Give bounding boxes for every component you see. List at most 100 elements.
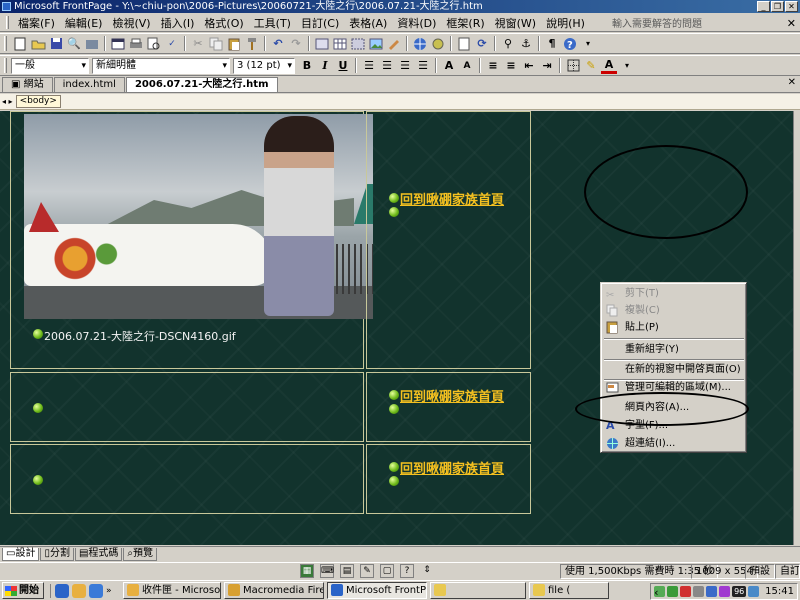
menu-table[interactable]: 表格(A) (344, 15, 392, 31)
toggle-pane-icon[interactable] (110, 36, 126, 52)
frontpage-app-icon[interactable] (2, 2, 11, 11)
view-tab-code[interactable]: ▤程式碼 (74, 547, 123, 561)
antivirus-icon[interactable] (680, 586, 692, 597)
document-icon[interactable] (456, 36, 472, 52)
underline-button[interactable]: U (335, 58, 351, 74)
open-folder-icon[interactable] (30, 36, 46, 52)
copy-icon[interactable] (208, 36, 224, 52)
print-icon[interactable] (128, 36, 144, 52)
home-page-link[interactable]: 回到啾硼家族首頁 (400, 386, 504, 405)
toolbar-grip[interactable] (4, 36, 7, 51)
view-tab-preview[interactable]: ⌕預覽 (123, 547, 158, 561)
italic-button[interactable]: I (317, 58, 333, 74)
table-cell-link-3[interactable]: 回到啾硼家族首頁 (366, 444, 531, 514)
table-cell-link-2[interactable]: 回到啾硼家族首頁 (366, 372, 531, 442)
font-select[interactable]: 新細明體 (92, 57, 230, 74)
menu-grip[interactable] (6, 16, 9, 29)
menu-data[interactable]: 資料(D) (392, 15, 441, 31)
align-left-icon[interactable]: ☰ (361, 58, 377, 74)
new-page-icon[interactable] (12, 36, 28, 52)
drawing-icon[interactable] (386, 36, 402, 52)
insert-component-icon[interactable] (350, 36, 366, 52)
menu-item-paste[interactable]: 貼上(P) (603, 319, 745, 336)
page-icon[interactable]: ▤ (340, 564, 354, 578)
resize-arrows-icon[interactable]: ⇕ (420, 564, 434, 578)
outlook-icon[interactable] (72, 583, 86, 598)
redo-icon[interactable]: ↷ (288, 36, 304, 52)
close-document-button[interactable]: ✕ (787, 17, 796, 30)
close-tab-button[interactable]: ✕ (788, 77, 796, 88)
justify-icon[interactable]: ☰ (415, 58, 431, 74)
minimize-button[interactable]: _ (757, 1, 770, 12)
menu-item-open-new-window[interactable]: 在新的視窗中開啓頁面(O) (603, 361, 745, 378)
menu-file[interactable]: 檔案(F) (13, 15, 60, 31)
hyperlink-icon[interactable]: ⚲ (500, 36, 516, 52)
home-page-link[interactable]: 回到啾硼家族首頁 (400, 458, 504, 477)
menu-insert[interactable]: 插入(I) (156, 15, 200, 31)
network-icon[interactable] (667, 586, 679, 597)
search-icon[interactable]: 🔍 (66, 36, 82, 52)
increase-indent-icon[interactable]: ⇥ (539, 58, 555, 74)
mode-custom[interactable]: 自訂 (775, 564, 800, 579)
keyboard-icon[interactable]: ⌨ (320, 564, 334, 578)
table-cell-photo[interactable]: 2006.07.21-大陸之行-DSCN4160.gif (10, 111, 373, 369)
menu-item-copy[interactable]: 複製(C) (603, 302, 745, 319)
highlight-icon[interactable]: ✎ (583, 58, 599, 74)
menu-edit[interactable]: 編輯(E) (60, 15, 108, 31)
home-page-link[interactable]: 回到啾硼家族首頁 (400, 189, 504, 208)
paste-icon[interactable] (226, 36, 242, 52)
edit-icon[interactable]: ✎ (360, 564, 374, 578)
web-component-icon[interactable] (412, 36, 428, 52)
menu-item-cut[interactable]: ✂ 剪下(T) (603, 285, 745, 302)
gear-icon[interactable] (430, 36, 446, 52)
tray-app-icon[interactable] (706, 586, 718, 597)
bookmark-icon[interactable]: ⚓ (518, 36, 534, 52)
view-tab-design[interactable]: ▭設計 (2, 547, 40, 561)
status-grid-icon[interactable]: ▦ (300, 564, 314, 578)
ie-icon[interactable] (89, 583, 103, 598)
menu-help[interactable]: 說明(H) (541, 15, 590, 31)
borders-icon[interactable] (565, 58, 581, 74)
task-inbox[interactable]: 收件匣 - Microsoft ... (123, 582, 221, 599)
insert-table-icon[interactable] (332, 36, 348, 52)
task-folder[interactable] (430, 582, 526, 599)
refresh-icon[interactable]: ⟳ (474, 36, 490, 52)
spelling-icon[interactable]: ✓ (164, 36, 180, 52)
menu-custom[interactable]: 目訂(C) (296, 15, 344, 31)
toolbar-options-chevron-icon[interactable]: ▾ (619, 58, 635, 74)
align-center-icon[interactable]: ☰ (379, 58, 395, 74)
menu-window[interactable]: 視窗(W) (490, 15, 541, 31)
arrow-icon[interactable]: ‹ (654, 586, 666, 599)
toolbar-options-chevron-icon[interactable]: ▾ (580, 36, 596, 52)
ie-icon[interactable] (55, 583, 69, 598)
font-size-select[interactable]: 3 (12 pt) (233, 57, 295, 74)
volume-icon[interactable] (693, 586, 705, 597)
menu-view[interactable]: 檢視(V) (107, 15, 155, 31)
view-tab-split[interactable]: ▯分割 (40, 547, 74, 561)
align-right-icon[interactable]: ☰ (397, 58, 413, 74)
publish-icon[interactable] (84, 36, 100, 52)
start-button[interactable]: 開始 (2, 582, 44, 599)
tray-app-icon[interactable] (748, 586, 760, 597)
toolbar-grip[interactable] (4, 58, 7, 73)
save-icon[interactable] (48, 36, 64, 52)
table-cell-empty-2[interactable] (10, 444, 364, 514)
help-question-box[interactable]: 輸入需要解答的問題 (612, 15, 742, 30)
restore-button[interactable]: ❐ (771, 1, 784, 12)
menu-format[interactable]: 格式(O) (199, 15, 248, 31)
vertical-scrollbar[interactable] (793, 111, 800, 545)
travel-photo[interactable] (24, 114, 373, 319)
tab-current-page[interactable]: 2006.07.21-大陸之行.htm (125, 77, 278, 92)
task-file[interactable]: file ( (529, 582, 609, 599)
show-all-icon[interactable]: ¶ (544, 36, 560, 52)
tab-website[interactable]: ▣ 網站 (2, 77, 53, 92)
table-cell-empty-1[interactable] (10, 372, 364, 442)
print-preview-icon[interactable] (146, 36, 162, 52)
body-tag[interactable]: <body> (15, 95, 61, 108)
table-cell-link-1[interactable]: 回到啾硼家族首頁 (366, 111, 531, 369)
decrease-indent-icon[interactable]: ⇤ (521, 58, 537, 74)
menu-item-hyperlink[interactable]: 超連結(I)... (603, 435, 745, 452)
chevron-right-icon[interactable]: » (106, 584, 120, 598)
clock[interactable]: 15:41 (765, 586, 794, 597)
menu-item-reconvert[interactable]: 重新組字(Y) (603, 341, 745, 358)
